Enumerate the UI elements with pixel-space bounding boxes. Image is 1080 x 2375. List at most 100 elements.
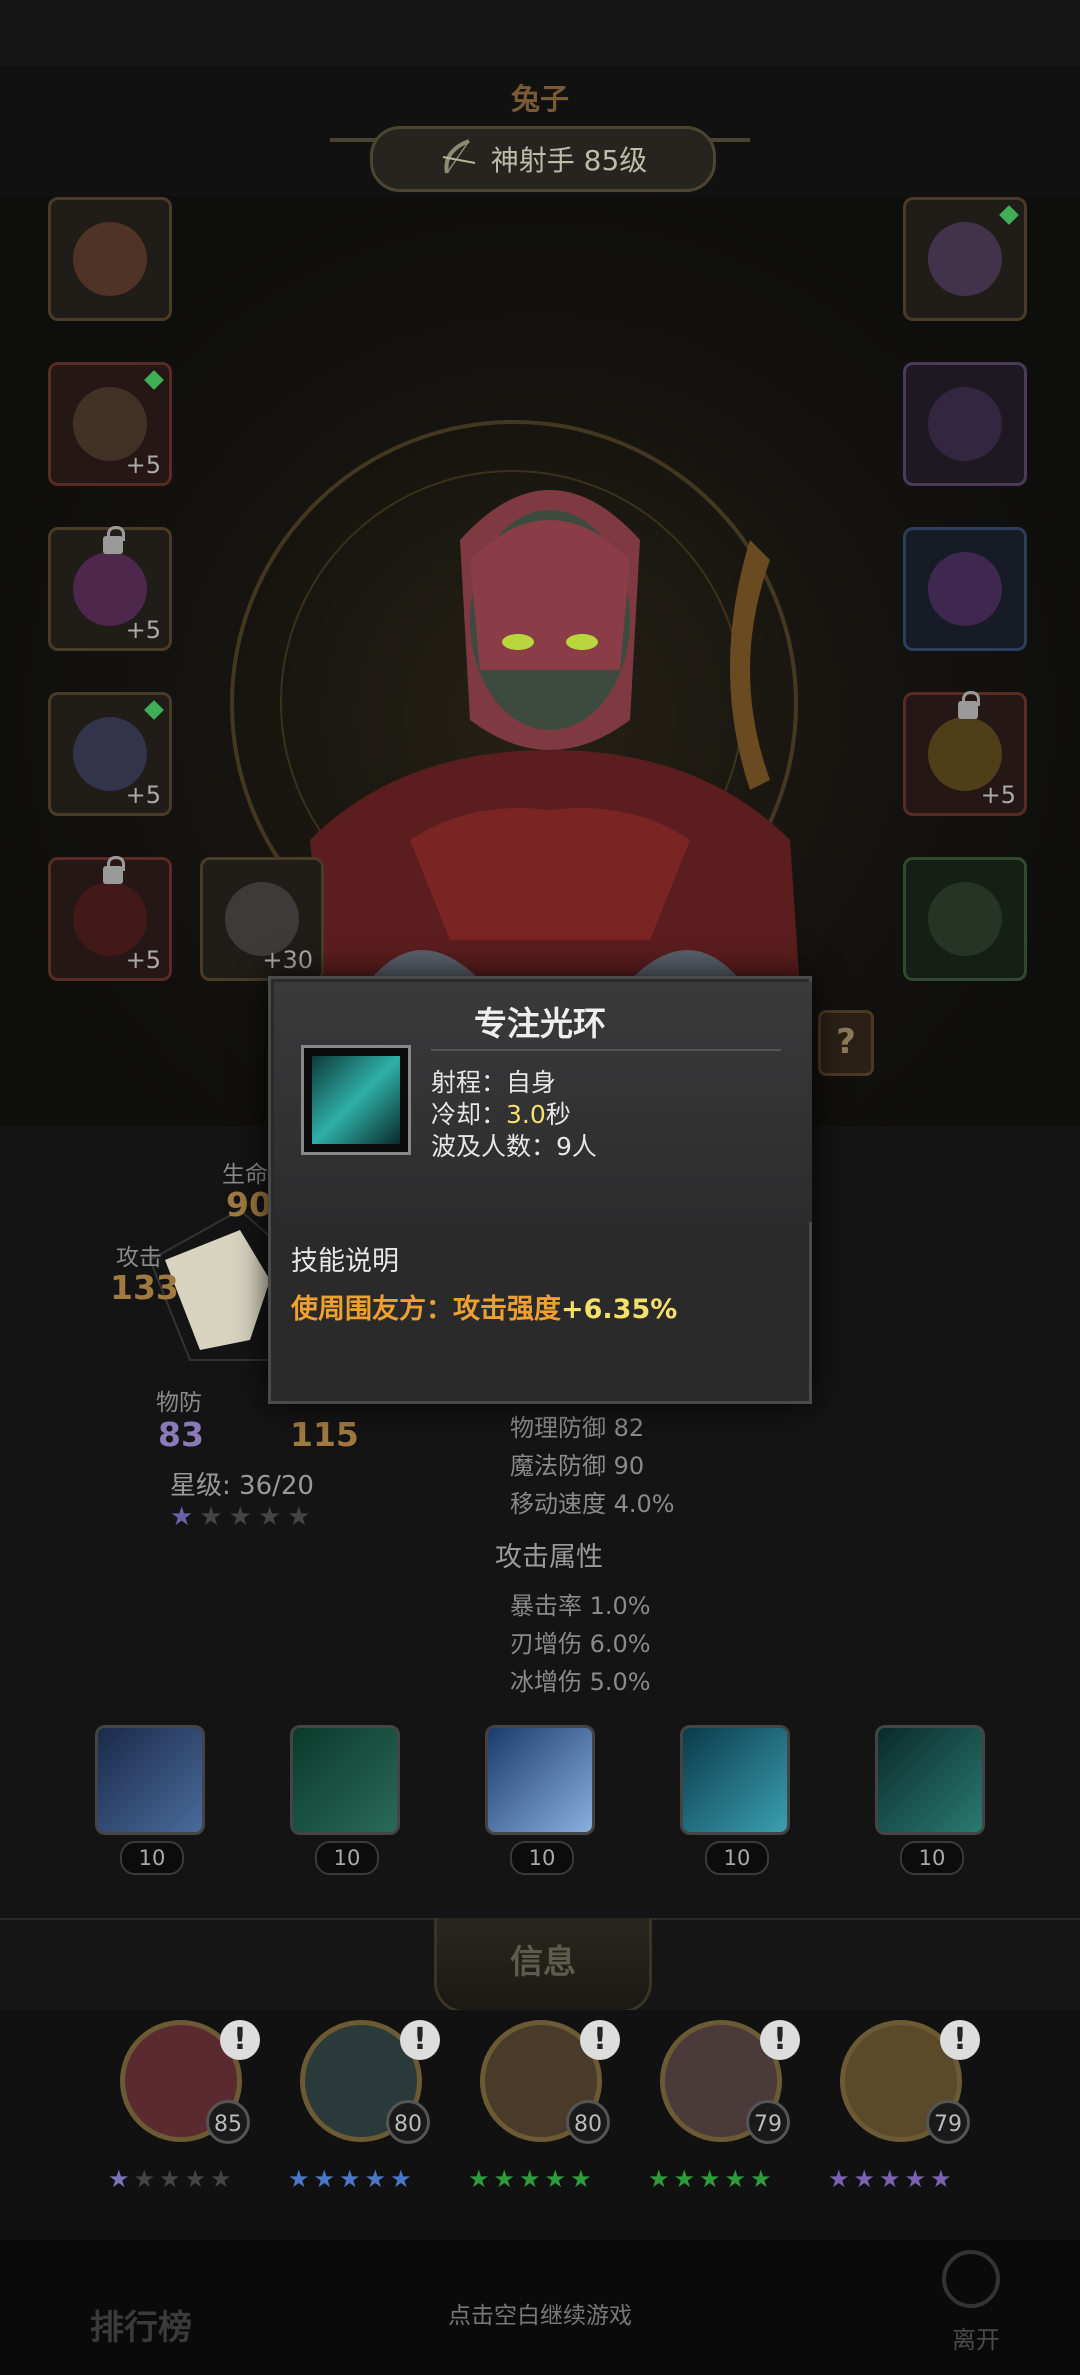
tab-info[interactable]: 信息: [434, 1918, 652, 2013]
earring-icon: [73, 552, 147, 626]
desc-title: 技能说明: [291, 1246, 399, 1277]
hero-stars: ★ ★ ★ ★ ★: [108, 2165, 232, 2193]
focus-aura-icon: [875, 1725, 985, 1835]
equip-slot-necklace[interactable]: +5: [48, 362, 172, 486]
continue-hint: 点击空白继续游戏: [448, 2303, 632, 2329]
attr-blade-dmg: 刃增伤 6.0%: [510, 1630, 651, 1658]
enhance-level: +5: [125, 451, 161, 479]
enhance-level: +5: [125, 946, 161, 974]
attr-pdef: 物理防御 82: [510, 1414, 645, 1442]
boots-icon: [928, 552, 1002, 626]
enhance-level: +5: [125, 616, 161, 644]
roster-hero-1[interactable]: ! 85 ★ ★ ★ ★ ★: [100, 2010, 260, 2210]
attr-movespeed: 移动速度 4.0%: [510, 1490, 675, 1518]
skill-4[interactable]: 10: [680, 1725, 790, 1875]
roster-hero-5[interactable]: ! 79 ★ ★ ★ ★ ★: [820, 2010, 980, 2210]
equip-slot-armor[interactable]: [903, 197, 1027, 321]
necklace-icon: [73, 387, 147, 461]
roster-hero-2[interactable]: ! 80 ★ ★ ★ ★ ★: [280, 2010, 440, 2210]
equip-slot-helm[interactable]: +5: [903, 691, 1027, 816]
attr-mdef: 魔法防御 90: [510, 1452, 645, 1480]
pdef-label: 物防: [156, 1390, 202, 1416]
equip-slot-glove[interactable]: +5: [48, 856, 172, 981]
skill-5[interactable]: 10: [875, 1725, 985, 1875]
helm-icon: [928, 717, 1002, 791]
dagger-icon: [928, 882, 1002, 956]
skill-2[interactable]: 10: [290, 1725, 400, 1875]
gem-icon: [144, 700, 164, 720]
lock-icon: [103, 856, 125, 884]
hero-level: 85: [206, 2100, 250, 2144]
hero-name: 兔子: [510, 82, 569, 116]
enhance-level: +30: [262, 946, 313, 974]
alert-icon: !: [580, 2020, 620, 2060]
pants-icon: [928, 387, 1002, 461]
skill-level: 10: [705, 1841, 769, 1875]
shoulder-icon: [73, 717, 147, 791]
alert-icon: !: [940, 2020, 980, 2060]
bow-icon: [439, 137, 479, 181]
class-level: 神射手 85级: [490, 144, 648, 177]
alert-icon: !: [220, 2020, 260, 2060]
targets-row: 波及人数：9人: [431, 1132, 597, 1161]
skill-level: 10: [315, 1841, 379, 1875]
hero-stars: ★ ★ ★ ★ ★: [648, 2165, 772, 2193]
star-icon: ★: [170, 1502, 194, 1532]
skill-level: 10: [900, 1841, 964, 1875]
vortex-arrow-icon: [680, 1725, 790, 1835]
attr-crit: 暴击率 1.0%: [510, 1592, 651, 1620]
equip-slot-pants[interactable]: [903, 362, 1027, 486]
skill-level: 10: [120, 1841, 184, 1875]
attack-value: 133: [110, 1268, 179, 1307]
wind-arrow-icon: [290, 1725, 400, 1835]
equip-slot-boots[interactable]: [903, 527, 1027, 651]
enhance-level: +5: [125, 781, 161, 809]
hp-value: 90: [226, 1185, 272, 1224]
alert-icon: !: [760, 2020, 800, 2060]
skill-level: 10: [510, 1841, 574, 1875]
gauntlet-icon: [225, 882, 299, 956]
skill-1[interactable]: 10: [95, 1725, 205, 1875]
arrow-volley-icon: [95, 1725, 205, 1835]
equip-slot-hat[interactable]: [48, 197, 172, 321]
skill-3[interactable]: 10: [485, 1725, 595, 1875]
attr-ice-dmg: 冰增伤 5.0%: [510, 1668, 651, 1696]
stat-value: 115: [290, 1415, 359, 1454]
star-level: 星级: 36/20: [170, 1471, 314, 1501]
class-banner: 神射手 85级: [370, 126, 716, 192]
help-button[interactable]: ?: [818, 1010, 874, 1076]
star-icon: ★: [287, 1502, 311, 1532]
equip-slot-extra[interactable]: +30: [200, 857, 324, 981]
armor-icon: [928, 222, 1002, 296]
lock-icon: [103, 526, 125, 554]
exit-icon[interactable]: [942, 2250, 1000, 2308]
desc-text: 使周围友方：攻击强度+6.35%: [291, 1294, 678, 1325]
star-icon: ★: [199, 1502, 223, 1532]
leave-button[interactable]: 离开: [952, 2320, 1000, 2355]
attack-label: 攻击: [116, 1245, 162, 1271]
focus-aura-icon: [301, 1045, 411, 1155]
range-row: 射程：自身: [431, 1068, 557, 1097]
hero-level: 80: [386, 2100, 430, 2144]
hero-level: 79: [746, 2100, 790, 2144]
equip-slot-shoulder[interactable]: +5: [48, 692, 172, 816]
equip-slot-weapon[interactable]: [903, 857, 1027, 981]
equip-slot-earring[interactable]: +5: [48, 526, 172, 651]
roster-hero-4[interactable]: ! 79 ★ ★ ★ ★ ★: [640, 2010, 800, 2210]
roster-hero-3[interactable]: ! 80 ★ ★ ★ ★ ★: [460, 2010, 620, 2210]
tooltip-title: 专注光环: [474, 1004, 606, 1043]
gem-icon: [999, 205, 1019, 225]
star-rating: ★ ★ ★ ★ ★: [170, 1504, 311, 1530]
attack-attr-title: 攻击属性: [495, 1542, 603, 1573]
hp-label: 生命: [222, 1162, 268, 1188]
divider: [431, 1049, 781, 1051]
skill-tooltip: 专注光环 射程：自身 冷却：3.0秒 波及人数：9人 技能说明 使周围友方：攻击…: [268, 976, 812, 1404]
alert-icon: !: [400, 2020, 440, 2060]
gem-icon: [144, 370, 164, 390]
lock-icon: [958, 691, 980, 719]
enhance-level: +5: [980, 781, 1016, 809]
cooldown-row: 冷却：3.0秒: [431, 1100, 571, 1129]
hero-stars: ★ ★ ★ ★ ★: [468, 2165, 592, 2193]
hat-icon: [73, 222, 147, 296]
ice-arrow-icon: [485, 1725, 595, 1835]
